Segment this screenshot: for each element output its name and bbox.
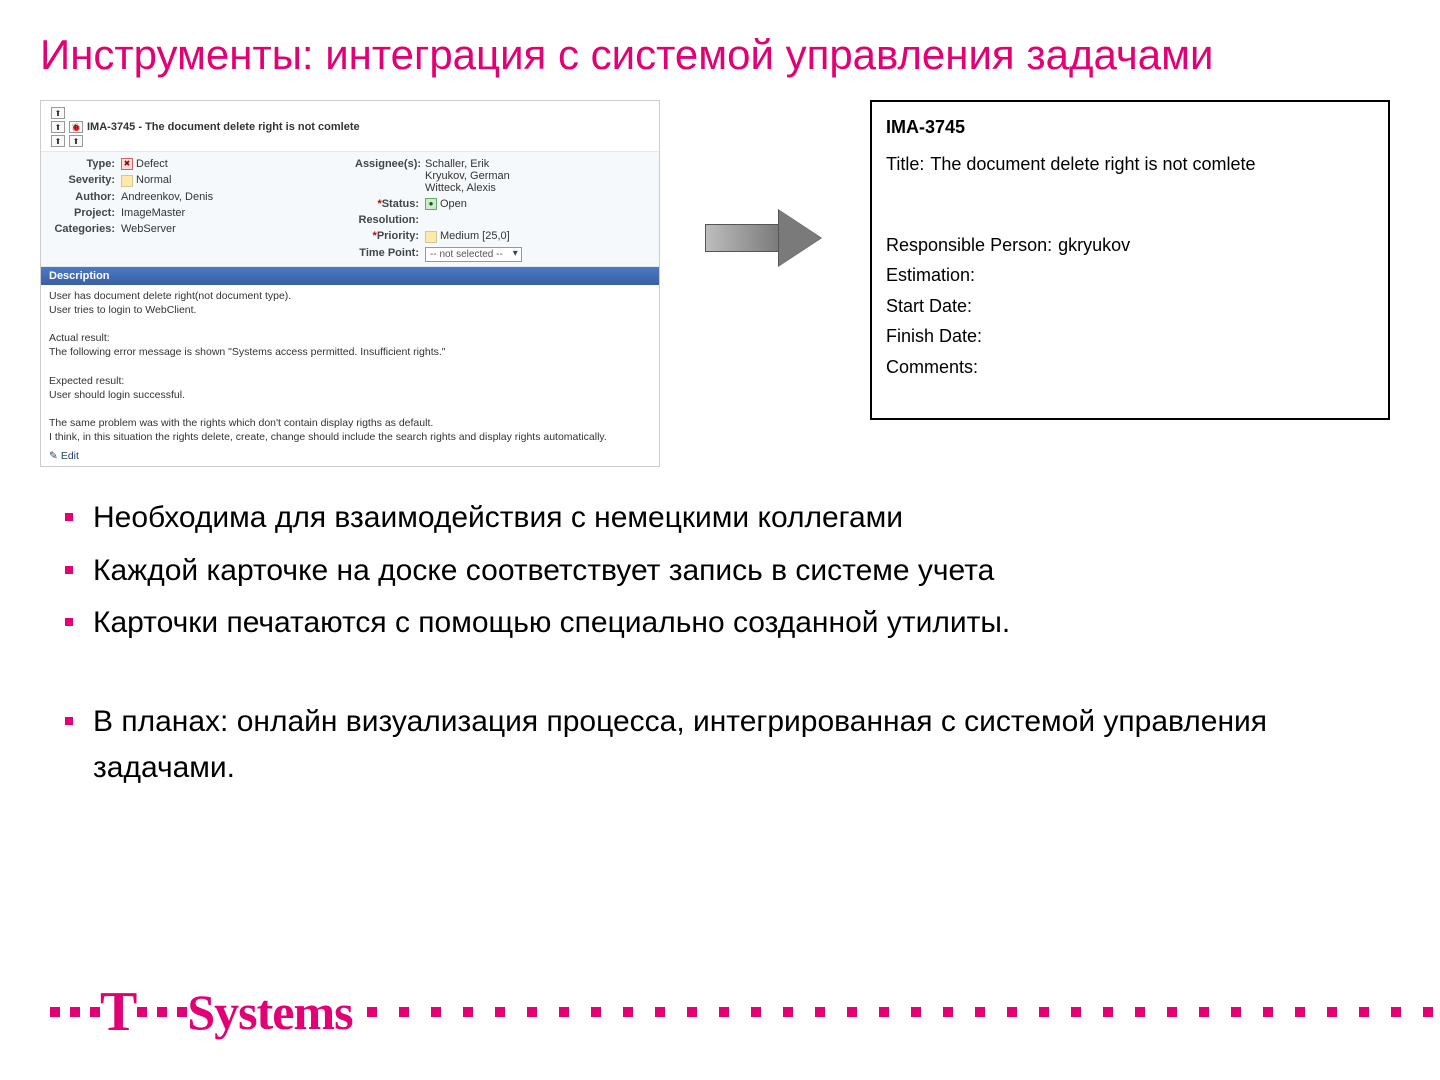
categories-label: Categories: [51,223,121,235]
type-value: ✖Defect [121,158,168,170]
tree-node-icon: ⬆ [51,121,65,133]
author-label: Author: [51,191,121,203]
status-label: *Status: [355,198,425,210]
bullet-3: Карточки печатаются с помощью специально… [65,600,1380,647]
tracker-header: ⬆ ⬆ 🐞 IMA-3745 - The document delete rig… [41,101,659,151]
pencil-icon: ✎ [49,450,58,462]
assignee-label: Assignee(s): [355,158,425,170]
severity-label: Severity: [51,174,121,186]
card-responsible-label: Responsible Person: [886,230,1052,261]
logo-dots-mid [137,1007,187,1017]
project-label: Project: [51,207,121,219]
description-body: User has document delete right(not docum… [41,285,659,449]
issue-breadcrumb: IMA-3745 - The document delete right is … [87,121,360,133]
card-comments-label: Comments: [886,352,978,383]
type-label: Type: [51,158,121,170]
systems-logo-text: Systems [187,983,352,1041]
edit-link[interactable]: ✎ Edit [41,448,87,466]
card-finish-label: Finish Date: [886,321,982,352]
author-value: Andreenkov, Denis [121,191,213,203]
bullet-2: Каждой карточке на доске соответствует з… [65,548,1380,595]
timepoint-select[interactable]: -- not selected -- [425,247,522,262]
card-id: IMA-3745 [886,112,1374,143]
categories-value: WebServer [121,223,176,235]
project-value: ImageMaster [121,207,185,219]
severity-icon [121,175,133,187]
tree-child-icon-2: ⬆ [69,135,83,147]
bullet-1: Необходима для взаимодействия с немецким… [65,495,1380,542]
card-responsible-value: gkryukov [1058,230,1130,261]
assignee-value: Schaller, Erik Kryukov, German Witteck, … [425,158,510,194]
severity-value: Normal [121,174,171,186]
card-title-value: The document delete right is not comlete [930,149,1255,180]
issue-tracker-panel: ⬆ ⬆ 🐞 IMA-3745 - The document delete rig… [40,100,660,467]
priority-icon [425,231,437,243]
field-grid: Type: ✖Defect Severity: Normal Author: A… [41,151,659,266]
defect-icon: ✖ [121,158,133,170]
priority-value: Medium [25,0] [425,230,510,242]
bullet-list: Необходима для взаимодействия с немецким… [0,467,1440,792]
tree-up-icon: ⬆ [51,107,65,119]
slide-title: Инструменты: интеграция с системой управ… [0,0,1440,100]
task-card-panel: IMA-3745 Title: The document delete righ… [870,100,1390,420]
bug-icon: 🐞 [69,121,83,133]
footer-logo: T Systems [50,980,1400,1044]
card-start-label: Start Date: [886,291,972,322]
logo-dots-right [367,1007,1440,1017]
card-estimation-label: Estimation: [886,260,975,291]
content-row: ⬆ ⬆ 🐞 IMA-3745 - The document delete rig… [0,100,1440,467]
card-title-label: Title: [886,149,924,180]
logo-dots-left [50,1007,100,1017]
status-open-icon: ● [425,198,437,210]
description-header: Description [41,267,659,285]
priority-label: *Priority: [355,230,425,242]
tree-child-icon: ⬆ [51,135,65,147]
arrow-graphic [670,100,860,268]
resolution-label: Resolution: [355,214,425,226]
timepoint-label: Time Point: [355,247,425,259]
t-logo-glyph: T [100,980,137,1044]
bullet-4: В планах: онлайн визуализация процесса, … [65,699,1380,792]
status-value: ●Open [425,198,467,210]
